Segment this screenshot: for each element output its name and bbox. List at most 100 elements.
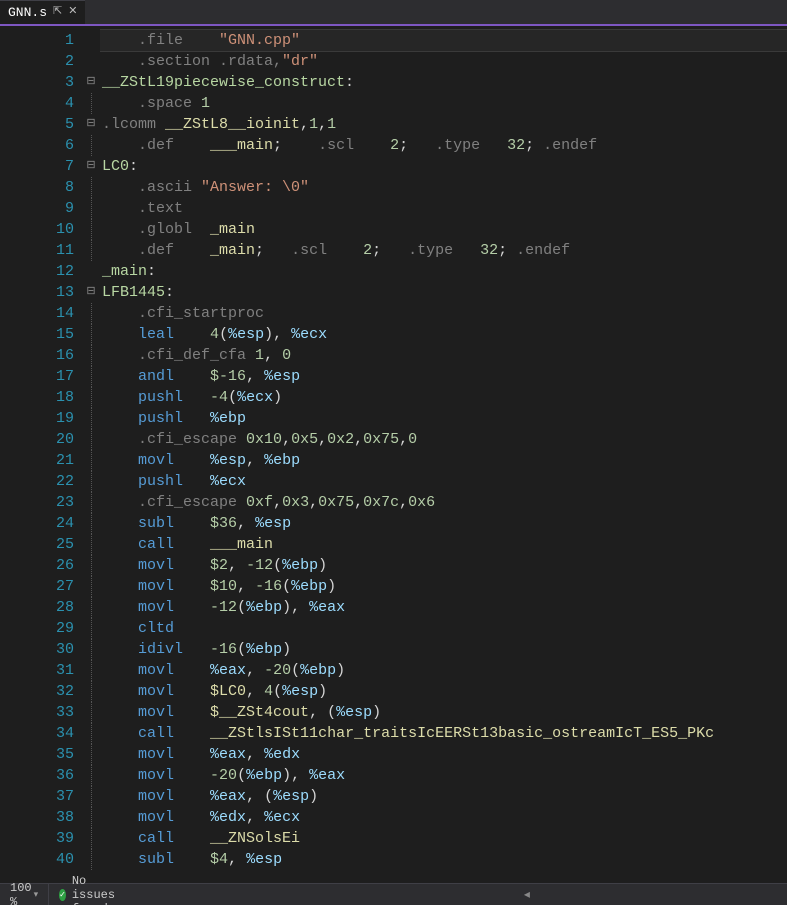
fold-guide	[82, 93, 100, 114]
fold-guide	[82, 219, 100, 240]
issues-indicator[interactable]: ✓ No issues found	[49, 874, 130, 905]
line-number: 25	[0, 534, 82, 555]
tab-gnn-s[interactable]: GNN.s ⇱ ✕	[0, 0, 85, 24]
fold-toggle-icon[interactable]	[82, 282, 100, 303]
code-line[interactable]: movl $LC0, 4(%esp)	[100, 681, 787, 702]
scroll-left-icon[interactable]: ◂	[130, 887, 787, 902]
line-number: 7	[0, 156, 82, 177]
code-area[interactable]: .file "GNN.cpp" .section .rdata,"dr"__ZS…	[100, 26, 787, 883]
fold-guide	[82, 429, 100, 450]
fold-guide	[82, 786, 100, 807]
code-line[interactable]: _main:	[100, 261, 787, 282]
line-number: 33	[0, 702, 82, 723]
code-line[interactable]: pushl %ebp	[100, 408, 787, 429]
code-line[interactable]: call ___main	[100, 534, 787, 555]
fold-guide	[82, 765, 100, 786]
code-editor[interactable]: 1234567891011121314151617181920212223242…	[0, 26, 787, 883]
line-number: 29	[0, 618, 82, 639]
code-line[interactable]: .globl _main	[100, 219, 787, 240]
code-line[interactable]: __ZStL19piecewise_construct:	[100, 72, 787, 93]
fold-guide	[82, 723, 100, 744]
line-number: 6	[0, 135, 82, 156]
fold-guide	[82, 471, 100, 492]
fold-column[interactable]	[82, 26, 100, 883]
code-line[interactable]: movl $__ZSt4cout, (%esp)	[100, 702, 787, 723]
code-line[interactable]: subl $4, %esp	[100, 849, 787, 870]
pin-icon[interactable]: ⇱	[53, 7, 62, 18]
code-line[interactable]: .section .rdata,"dr"	[100, 51, 787, 72]
fold-toggle-icon[interactable]	[82, 114, 100, 135]
code-line[interactable]: .cfi_escape 0xf,0x3,0x75,0x7c,0x6	[100, 492, 787, 513]
line-number: 30	[0, 639, 82, 660]
fold-toggle-icon[interactable]	[82, 72, 100, 93]
chevron-down-icon: ▾	[34, 890, 39, 900]
code-line[interactable]: pushl %ecx	[100, 471, 787, 492]
close-icon[interactable]: ✕	[68, 7, 77, 18]
fold-guide	[82, 30, 100, 51]
code-line[interactable]: .cfi_escape 0x10,0x5,0x2,0x75,0	[100, 429, 787, 450]
code-line[interactable]: .ascii "Answer: \0"	[100, 177, 787, 198]
code-line[interactable]: movl $10, -16(%ebp)	[100, 576, 787, 597]
code-line[interactable]: .def ___main; .scl 2; .type 32; .endef	[100, 135, 787, 156]
code-line[interactable]: leal 4(%esp), %ecx	[100, 324, 787, 345]
code-line[interactable]: movl %eax, -20(%ebp)	[100, 660, 787, 681]
code-line[interactable]: movl $2, -12(%ebp)	[100, 555, 787, 576]
fold-toggle-icon[interactable]	[82, 156, 100, 177]
fold-guide	[82, 744, 100, 765]
code-line[interactable]: LFB1445:	[100, 282, 787, 303]
fold-guide	[82, 492, 100, 513]
code-line[interactable]: .cfi_def_cfa 1, 0	[100, 345, 787, 366]
line-number: 28	[0, 597, 82, 618]
code-line[interactable]: LC0:	[100, 156, 787, 177]
line-number: 4	[0, 93, 82, 114]
code-line[interactable]: movl %eax, %edx	[100, 744, 787, 765]
code-line[interactable]: idivl -16(%ebp)	[100, 639, 787, 660]
code-line[interactable]: .text	[100, 198, 787, 219]
code-line[interactable]: .lcomm __ZStL8__ioinit,1,1	[100, 114, 787, 135]
fold-guide	[82, 450, 100, 471]
code-line[interactable]: pushl -4(%ecx)	[100, 387, 787, 408]
code-line[interactable]: andl $-16, %esp	[100, 366, 787, 387]
fold-guide	[82, 261, 100, 282]
line-number: 31	[0, 660, 82, 681]
fold-guide	[82, 639, 100, 660]
code-line[interactable]: movl %esp, %ebp	[100, 450, 787, 471]
line-number: 39	[0, 828, 82, 849]
fold-guide	[82, 576, 100, 597]
code-line[interactable]: movl %eax, (%esp)	[100, 786, 787, 807]
line-number: 40	[0, 849, 82, 870]
fold-guide	[82, 198, 100, 219]
fold-guide	[82, 849, 100, 870]
line-number: 20	[0, 429, 82, 450]
fold-guide	[82, 513, 100, 534]
line-number: 15	[0, 324, 82, 345]
line-number: 17	[0, 366, 82, 387]
fold-guide	[82, 534, 100, 555]
code-line[interactable]: .cfi_startproc	[100, 303, 787, 324]
code-line[interactable]: call __ZNSolsEi	[100, 828, 787, 849]
line-number: 26	[0, 555, 82, 576]
line-number: 5	[0, 114, 82, 135]
code-line[interactable]: cltd	[100, 618, 787, 639]
line-number: 34	[0, 723, 82, 744]
line-number: 22	[0, 471, 82, 492]
status-bar: 100 % ▾ ✓ No issues found ◂	[0, 883, 787, 905]
fold-guide	[82, 660, 100, 681]
zoom-level[interactable]: 100 % ▾	[0, 884, 49, 905]
code-line[interactable]: .def _main; .scl 2; .type 32; .endef	[100, 240, 787, 261]
fold-guide	[82, 828, 100, 849]
line-number: 13	[0, 282, 82, 303]
code-line[interactable]: call __ZStlsISt11char_traitsIcEERSt13bas…	[100, 723, 787, 744]
code-line[interactable]: .space 1	[100, 93, 787, 114]
line-number: 9	[0, 198, 82, 219]
code-line[interactable]: movl %edx, %ecx	[100, 807, 787, 828]
code-line[interactable]: subl $36, %esp	[100, 513, 787, 534]
fold-guide	[82, 807, 100, 828]
line-number: 32	[0, 681, 82, 702]
tab-bar: GNN.s ⇱ ✕	[0, 0, 787, 26]
fold-guide	[82, 303, 100, 324]
fold-guide	[82, 618, 100, 639]
code-line[interactable]: movl -12(%ebp), %eax	[100, 597, 787, 618]
code-line[interactable]: movl -20(%ebp), %eax	[100, 765, 787, 786]
code-line[interactable]: .file "GNN.cpp"	[100, 30, 787, 51]
